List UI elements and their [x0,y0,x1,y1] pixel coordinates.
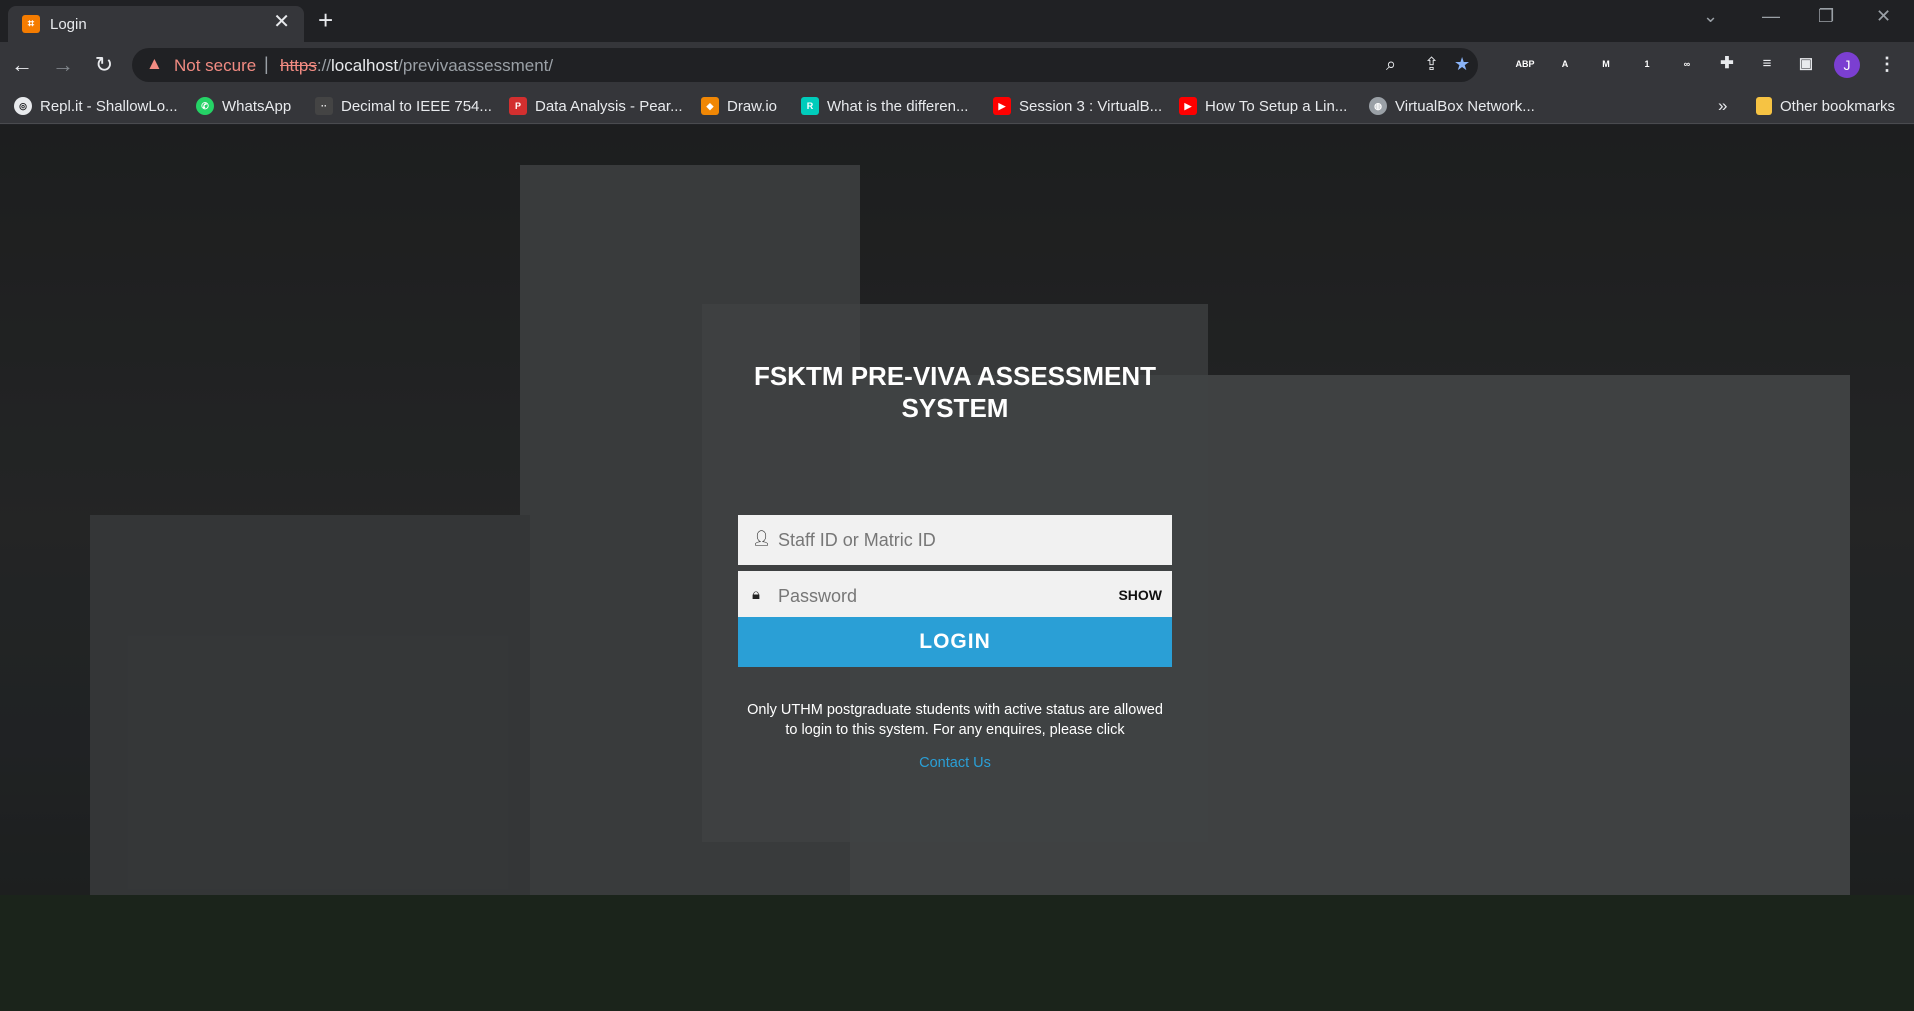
profile-avatar[interactable]: J [1834,52,1860,78]
tab-title: Login [50,16,87,33]
bookmark-label: WhatsApp [222,97,292,115]
bookmark-label: Repl.it - ShallowLo... [40,97,178,115]
access-notice: Only UTHM postgraduate students with act… [747,702,1163,738]
password-input[interactable] [778,571,1108,621]
bookmark-label: What is the differen... [827,97,969,115]
bookmarks-overflow-button[interactable]: » [1718,96,1727,116]
bookmarks-bar: ◎ Repl.it - ShallowLo... ✆ WhatsApp ·· D… [0,88,1914,124]
acrobat-icon[interactable]: A [1554,53,1576,75]
bookmark-item[interactable]: ◆ Draw.io [701,96,777,116]
researchgate-icon: R [801,97,819,115]
user-icon: 👤︎ [752,530,772,547]
security-status[interactable]: Not secure [174,56,256,76]
replit-icon: ◎ [14,97,32,115]
bookmark-label: Decimal to IEEE 754... [341,97,492,115]
pearson-icon: P [509,97,527,115]
bookmark-label: Draw.io [727,97,778,115]
browser-titlebar: ⌗ Login ✕ + ⌄ — ❐ ✕ [0,0,1914,42]
restore-button[interactable]: ❐ [1818,6,1834,27]
address-bar[interactable]: ▲ Not secure | https://localhost/previva… [132,48,1478,82]
bookmark-label: Session 3 : VirtualB... [1019,97,1163,115]
back-button[interactable]: ← [8,51,36,79]
extensions-puzzle-icon[interactable]: ✚ [1716,53,1738,75]
login-button[interactable]: LOGIN [738,617,1172,667]
bookmark-item[interactable]: ▶ How To Setup a Lin... [1179,96,1347,116]
abp-icon[interactable]: ABP [1514,53,1536,75]
tab-close-icon[interactable]: ✕ [273,12,290,32]
bookmark-item[interactable]: ·· Decimal to IEEE 754... [315,96,492,116]
login-title: FSKTM PRE-VIVA ASSESSMENT SYSTEM [753,361,1157,423]
forward-button[interactable]: → [49,51,77,79]
bookmark-label: Data Analysis - Pear... [535,97,683,115]
whatsapp-icon: ✆ [196,97,214,115]
other-bookmarks-label: Other bookmarks [1780,97,1896,115]
bookmark-label: How To Setup a Lin... [1205,97,1348,115]
screen-recorder-icon[interactable]: 1 [1636,53,1658,75]
bookmark-item[interactable]: ▶ Session 3 : VirtualB... [993,96,1162,116]
bookmark-label: VirtualBox Network... [1395,97,1535,115]
reading-list-icon[interactable]: ≡ [1756,53,1778,75]
bookmark-item[interactable]: ✆ WhatsApp [196,96,291,116]
h-schmidt-icon: ·· [315,97,333,115]
bookmark-item[interactable]: R What is the differen... [801,96,968,116]
url-path: /previvaassessment/ [398,56,554,75]
login-card: FSKTM PRE-VIVA ASSESSMENT SYSTEM 👤︎ 🔒︎ S… [702,304,1208,842]
bookmark-item[interactable]: P Data Analysis - Pear... [509,96,683,116]
contact-us-link[interactable]: Contact Us [702,755,1208,771]
bookmark-item[interactable]: ◎ Repl.it - ShallowLo... [14,96,178,116]
xampp-favicon-icon: ⌗ [22,15,40,33]
browser-toolbar: ← → ↻ ▲ Not secure | https://localhost/p… [0,42,1914,88]
username-input[interactable] [778,515,1108,565]
reload-button[interactable]: ↻ [90,51,118,79]
window-close-button[interactable]: ✕ [1876,6,1891,27]
vr-icon[interactable]: ∞ [1676,53,1698,75]
url-scheme: https [280,56,317,75]
share-icon[interactable]: ⇪ [1424,54,1439,75]
password-field: 🔒︎ SHOW [738,571,1172,621]
globe-icon: ◍ [1369,97,1387,115]
bookmark-star-icon[interactable]: ★ [1454,54,1470,75]
minimize-button[interactable]: — [1762,6,1780,27]
drawio-icon: ◆ [701,97,719,115]
bookmark-item[interactable]: ◍ VirtualBox Network... [1369,96,1535,116]
username-field: 👤︎ [738,515,1172,565]
youtube-icon: ▶ [1179,97,1197,115]
youtube-icon: ▶ [993,97,1011,115]
side-panel-icon[interactable]: ▣ [1795,53,1817,75]
zoom-icon[interactable]: ⌕ [1386,54,1396,75]
url-separator: | [264,54,269,74]
mendeley-icon[interactable]: M [1595,53,1617,75]
folder-icon [1756,97,1772,115]
menu-kebab-icon[interactable]: ⋮ [1876,53,1898,75]
new-tab-button[interactable]: + [318,6,333,34]
lock-icon: 🔒︎ [752,586,760,603]
url-host: localhost [331,56,399,75]
url-text[interactable]: https://localhost/previvaassessment/ [280,56,553,76]
tab-search-icon[interactable]: ⌄ [1703,6,1718,27]
warning-icon: ▲ [146,54,163,73]
show-password-toggle[interactable]: SHOW [1118,587,1162,603]
login-page: FSKTM PRE-VIVA ASSESSMENT SYSTEM 👤︎ 🔒︎ S… [0,125,1914,1011]
other-bookmarks[interactable]: Other bookmarks [1756,96,1895,116]
browser-tab[interactable]: ⌗ Login ✕ [8,6,304,42]
